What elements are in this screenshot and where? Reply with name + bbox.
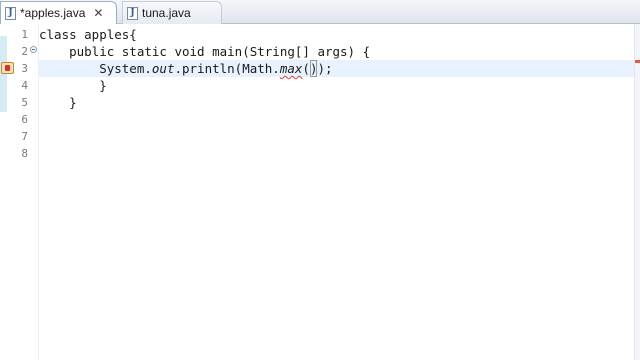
code-field-out: out (151, 61, 175, 76)
line-number: 4 (21, 79, 28, 92)
error-marker-icon[interactable] (1, 62, 14, 74)
line-number: 7 (21, 130, 28, 143)
code-line-1[interactable]: class apples{ (39, 26, 137, 43)
close-tab-icon[interactable]: ✕ (93, 7, 103, 19)
code-text: .println(Math. (174, 61, 280, 76)
java-file-icon: J (127, 6, 138, 20)
tab-label: tuna.java (142, 6, 191, 20)
code-text: ); (317, 61, 333, 76)
code-method-max-error: max (279, 61, 303, 76)
code-line-4[interactable]: } (39, 77, 107, 94)
java-file-icon: J (5, 6, 16, 20)
line-number: 6 (21, 113, 28, 126)
code-paren-open: ( (302, 61, 310, 76)
code-editor[interactable]: 1 2 3 4 5 6 7 8 class apples{ public sta… (0, 24, 640, 360)
line-number: 8 (21, 147, 28, 160)
editor-tab-bar: J *apples.java ✕ J tuna.java (0, 0, 640, 24)
tab-apples-java[interactable]: J *apples.java ✕ (0, 1, 117, 24)
line-number: 1 (21, 28, 28, 41)
code-line-2[interactable]: public static void main(String[] args) { (39, 43, 370, 60)
code-line-3[interactable]: System.out.println(Math.max()); (39, 60, 333, 77)
overview-ruler[interactable] (634, 24, 640, 360)
line-number: 5 (21, 96, 28, 109)
tab-tuna-java[interactable]: J tuna.java (122, 1, 222, 24)
line-number: 2 (21, 45, 28, 58)
line-number-gutter: 1 2 3 4 5 6 7 8 (0, 24, 38, 360)
tab-label: *apples.java (20, 6, 86, 20)
code-text: System. (39, 61, 152, 76)
fold-collapse-icon[interactable] (30, 46, 37, 53)
error-overview-mark[interactable] (635, 60, 640, 63)
code-line-5[interactable]: } (39, 94, 77, 111)
